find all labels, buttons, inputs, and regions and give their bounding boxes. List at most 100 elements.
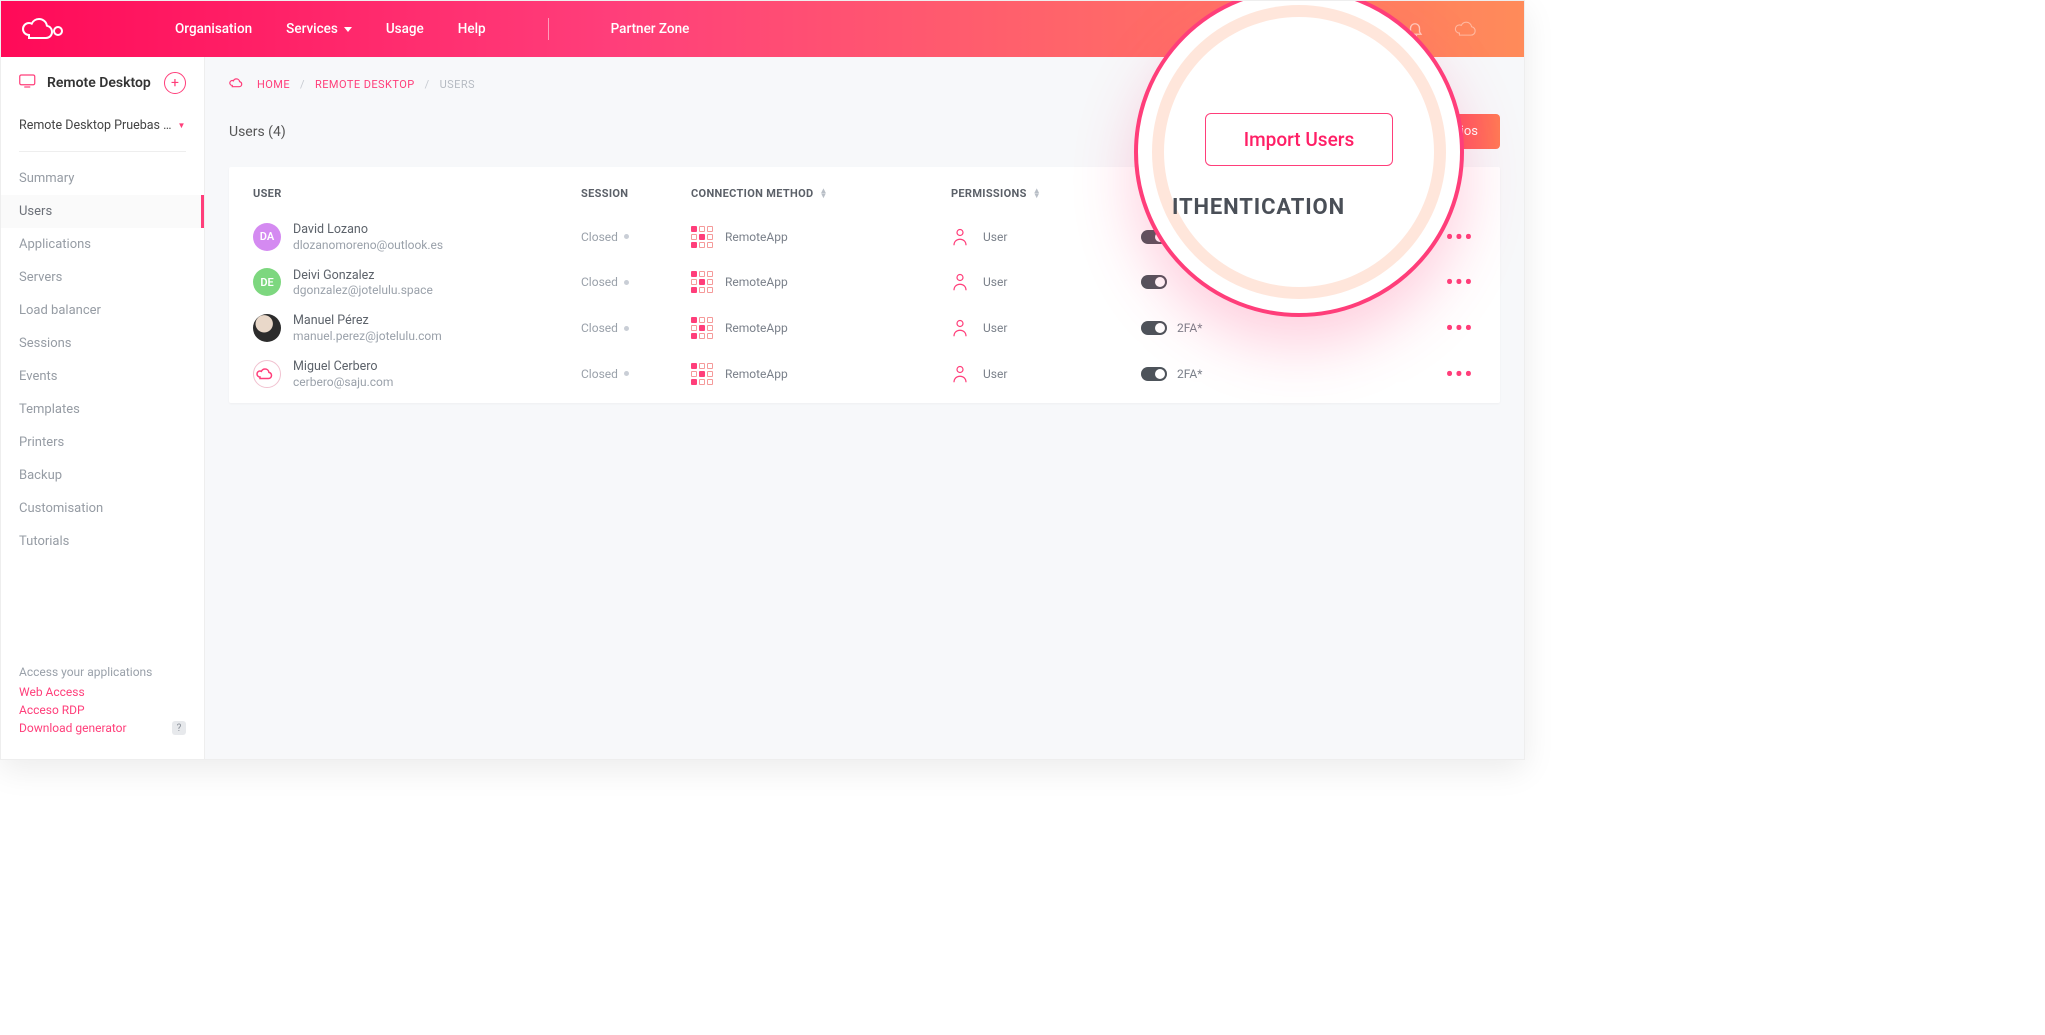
chevron-down-icon <box>344 27 352 32</box>
avatar <box>253 314 281 342</box>
status-dot-icon <box>624 234 629 239</box>
nav-help[interactable]: Help <box>458 21 486 37</box>
user-icon <box>951 318 969 338</box>
connection-label: RemoteApp <box>725 230 788 244</box>
connection-label: RemoteApp <box>725 321 788 335</box>
session-status: Closed <box>581 230 618 244</box>
footer-link-web-access[interactable]: Web Access <box>19 683 186 701</box>
auth-label: 2FA* <box>1177 321 1202 335</box>
import-users-button[interactable]: Import Users <box>1205 113 1394 166</box>
sidebar-item-summary[interactable]: Summary <box>1 162 204 195</box>
row-actions-button[interactable]: ••• <box>1426 362 1478 386</box>
sidebar-item-sessions[interactable]: Sessions <box>1 327 204 360</box>
cell-session: Closed <box>581 230 691 244</box>
breadcrumb-sep: / <box>425 78 430 91</box>
2fa-toggle[interactable] <box>1141 367 1167 381</box>
footer-header: Access your applications <box>19 665 186 679</box>
page-heading: Users (4) <box>229 124 286 140</box>
callout-authentication-header: ITHENTICATION <box>1172 195 1460 220</box>
add-button[interactable]: + <box>164 72 186 94</box>
status-dot-icon <box>624 371 629 376</box>
session-status: Closed <box>581 275 618 289</box>
row-actions-button[interactable]: ••• <box>1426 316 1478 340</box>
user-name: Manuel Pérez <box>293 313 442 329</box>
cell-user: Miguel Cerberocerbero@saju.com <box>251 359 581 389</box>
sidebar: Remote Desktop + Remote Desktop Pruebas … <box>1 57 205 759</box>
sidebar-item-applications[interactable]: Applications <box>1 228 204 261</box>
footer-link-acceso-rdp[interactable]: Acceso RDP <box>19 701 186 719</box>
col-permissions[interactable]: PERMISSIONS ▲▼ <box>951 187 1141 200</box>
cell-permissions: User <box>951 318 1141 338</box>
breadcrumb-current: USERS <box>440 78 475 91</box>
sidebar-item-tutorials[interactable]: Tutorials <box>1 525 204 558</box>
user-email: manuel.perez@jotelulu.com <box>293 329 442 343</box>
sidebar-item-templates[interactable]: Templates <box>1 393 204 426</box>
cell-permissions: User <box>951 272 1141 292</box>
sidebar-item-backup[interactable]: Backup <box>1 459 204 492</box>
col-session[interactable]: SESSION <box>581 187 691 200</box>
user-name: David Lozano <box>293 222 443 238</box>
breadcrumb-home[interactable]: HOME <box>257 78 290 91</box>
project-selector[interactable]: Remote Desktop Pruebas … ▼ <box>1 102 204 147</box>
sidebar-item-customisation[interactable]: Customisation <box>1 492 204 525</box>
cell-connection: RemoteApp <box>691 363 951 385</box>
sidebar-header: Remote Desktop + <box>1 72 204 102</box>
cell-session: Closed <box>581 275 691 289</box>
sort-icon: ▲▼ <box>1033 189 1041 199</box>
cell-user: Manuel Pérezmanuel.perez@jotelulu.com <box>251 313 581 343</box>
2fa-toggle[interactable] <box>1141 321 1167 335</box>
session-status: Closed <box>581 367 618 381</box>
remote-desktop-icon <box>19 74 37 92</box>
status-dot-icon <box>624 280 629 285</box>
user-icon <box>951 364 969 384</box>
sidebar-item-servers[interactable]: Servers <box>1 261 204 294</box>
avatar: DE <box>253 268 281 296</box>
chevron-down-icon: ▼ <box>177 121 185 130</box>
row-actions-button[interactable]: ••• <box>1426 270 1478 294</box>
project-name: Remote Desktop Pruebas … <box>19 118 171 133</box>
cell-session: Closed <box>581 367 691 381</box>
account-avatar-icon[interactable] <box>1454 19 1484 39</box>
user-icon <box>951 272 969 292</box>
remoteapp-icon <box>691 317 713 339</box>
footer-link-download-generator[interactable]: Download generator <box>19 719 127 737</box>
nav-partner-zone[interactable]: Partner Zone <box>611 21 690 37</box>
nav-separator <box>548 18 549 40</box>
session-status: Closed <box>581 321 618 335</box>
sidebar-nav: SummaryUsersApplicationsServersLoad bala… <box>1 162 204 558</box>
nav-services[interactable]: Services <box>286 21 352 37</box>
table-row[interactable]: Miguel Cerberocerbero@saju.comClosed Remo… <box>247 351 1482 397</box>
user-email: dgonzalez@jotelulu.space <box>293 283 433 297</box>
avatar <box>253 360 281 388</box>
sidebar-item-printers[interactable]: Printers <box>1 426 204 459</box>
sidebar-item-events[interactable]: Events <box>1 360 204 393</box>
col-connection[interactable]: CONNECTION METHOD ▲▼ <box>691 187 951 200</box>
cloud-icon <box>229 77 247 92</box>
remoteapp-icon <box>691 363 713 385</box>
permission-label: User <box>983 275 1007 289</box>
nav-services-label: Services <box>286 21 338 37</box>
sidebar-divider <box>19 151 186 152</box>
connection-label: RemoteApp <box>725 367 788 381</box>
nav-usage[interactable]: Usage <box>386 21 424 37</box>
user-email: dlozanomoreno@outlook.es <box>293 238 443 252</box>
nav-organisation[interactable]: Organisation <box>175 21 252 37</box>
sort-icon: ▲▼ <box>820 189 828 199</box>
cell-connection: RemoteApp <box>691 226 951 248</box>
sidebar-title-label: Remote Desktop <box>47 75 151 91</box>
sidebar-item-load-balancer[interactable]: Load balancer <box>1 294 204 327</box>
brand-logo[interactable] <box>21 17 65 41</box>
sidebar-item-users[interactable]: Users <box>1 195 204 228</box>
avatar: DA <box>253 223 281 251</box>
nav-right <box>1406 19 1504 39</box>
main-panel: HOME / REMOTE DESKTOP / USERS Users (4) … <box>205 57 1524 759</box>
auth-label: 2FA* <box>1177 367 1202 381</box>
cell-user: DEDeivi Gonzalezdgonzalez@jotelulu.space <box>251 268 581 298</box>
cell-connection: RemoteApp <box>691 271 951 293</box>
connection-label: RemoteApp <box>725 275 788 289</box>
breadcrumb-remote-desktop[interactable]: REMOTE DESKTOP <box>315 78 415 91</box>
col-user[interactable]: USER <box>251 187 581 200</box>
status-dot-icon <box>624 326 629 331</box>
help-icon[interactable]: ? <box>172 721 186 735</box>
2fa-toggle[interactable] <box>1141 275 1167 289</box>
